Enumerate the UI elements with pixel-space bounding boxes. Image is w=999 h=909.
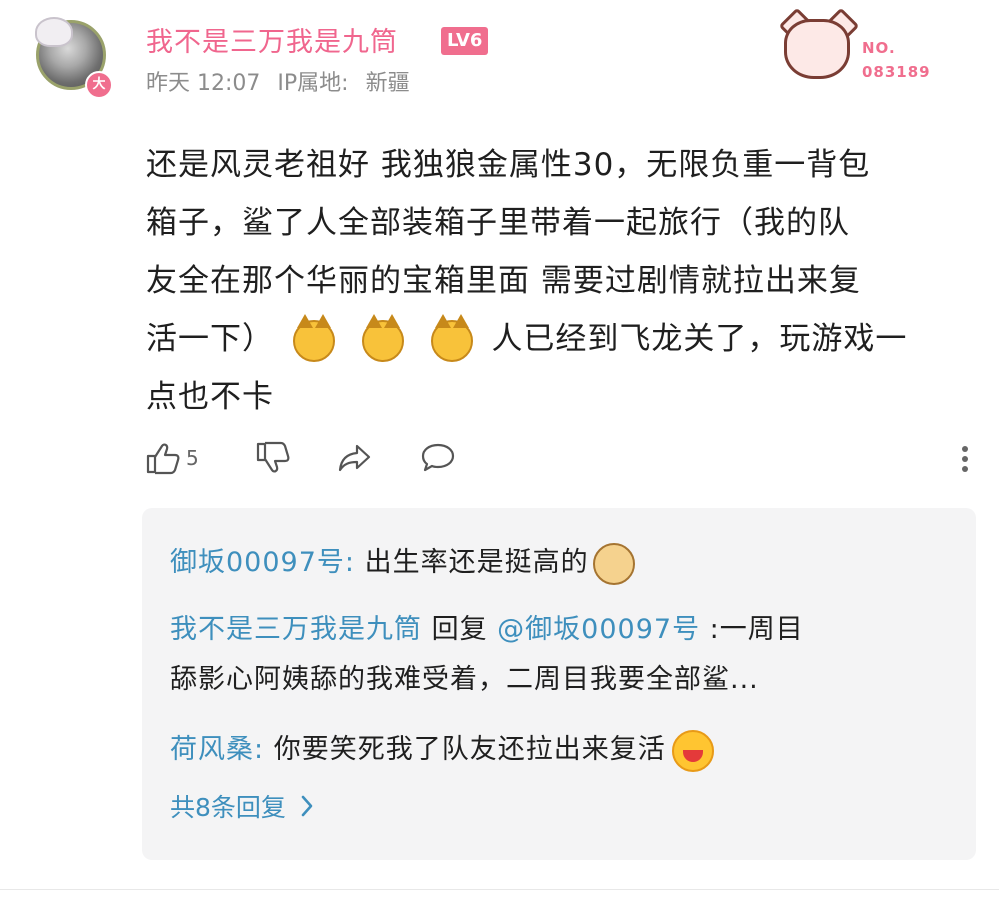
- like-button[interactable]: 5: [142, 438, 199, 478]
- content-line: 活一下） 人已经到飞龙关了，玩游戏一: [146, 310, 956, 368]
- fan-badge-label: NO.: [862, 39, 896, 57]
- reply-separator: :: [254, 734, 265, 765]
- reply-line: 舔影心阿姨舔的我难受着，二周目我要全部鲨...: [170, 664, 759, 695]
- reply-item[interactable]: 我不是三万我是九筒 回复 @御坂00097号 :一周目 舔影心阿姨舔的我难受着，…: [170, 605, 930, 705]
- ip-location: 新疆: [365, 71, 410, 96]
- user-avatar[interactable]: 大: [35, 17, 113, 99]
- laugh-emoji-icon: [671, 729, 714, 772]
- post-time: 昨天 12:07: [146, 71, 261, 96]
- divider: [0, 889, 999, 890]
- reply-section: 御坂00097号: 出生率还是挺高的 我不是三万我是九筒 回复 @御坂00097…: [142, 508, 976, 860]
- cat-emoji-icon: [361, 313, 404, 362]
- reply-text: :一周目: [700, 614, 804, 645]
- chevron-right-icon: [301, 795, 313, 817]
- content-line: 友全在那个华丽的宝箱里面 需要过剧情就拉出来复: [146, 263, 861, 299]
- avatar-badge: 大: [85, 71, 113, 99]
- reply-author[interactable]: 荷风桑: [170, 734, 254, 765]
- username[interactable]: 我不是三万我是九筒: [146, 20, 398, 59]
- reply-item[interactable]: 御坂00097号: 出生率还是挺高的: [170, 538, 930, 588]
- level-badge: LV6: [441, 27, 489, 55]
- reply-text: 你要笑死我了队友还拉出来复活: [264, 734, 666, 765]
- reply-author[interactable]: 我不是三万我是九筒: [170, 614, 422, 645]
- post-content: 还是风灵老祖好 我独狼金属性30，无限负重一背包 箱子，鲨了人全部装箱子里带着一…: [146, 136, 956, 426]
- fan-badge-face: [784, 19, 850, 79]
- cat-emoji-icon: [430, 313, 473, 362]
- thumbs-up-icon: [146, 443, 180, 475]
- reply-mention[interactable]: @御坂00097号: [497, 614, 700, 645]
- fan-badge-icon[interactable]: [778, 7, 860, 85]
- comment-button[interactable]: [418, 438, 458, 478]
- cat-emoji-icon: [292, 313, 335, 362]
- content-line: 箱子，鲨了人全部装箱子里带着一起旅行（我的队: [146, 205, 850, 241]
- avatar-decoration: [35, 17, 73, 47]
- comment-icon: [421, 443, 455, 472]
- post-meta: 昨天 12:07 IP属地: 新疆: [146, 65, 420, 97]
- reply-word: 回复: [422, 614, 498, 645]
- more-dot: [962, 446, 968, 452]
- content-line: 点也不卡: [146, 379, 274, 415]
- more-replies-link[interactable]: 共8条回复: [170, 788, 314, 824]
- reply-author[interactable]: 御坂00097号: [170, 547, 345, 578]
- reply-line: 我不是三万我是九筒 回复 @御坂00097号 :一周目: [170, 605, 930, 655]
- content-line: 还是风灵老祖好 我独狼金属性30，无限负重一背包: [146, 147, 871, 183]
- share-button[interactable]: [335, 438, 375, 478]
- content-line4-suffix: 人已经到飞龙关了，玩游戏一: [491, 321, 908, 357]
- more-vertical-icon[interactable]: [958, 442, 972, 476]
- doge-emoji-icon: [592, 542, 635, 585]
- more-dot: [962, 466, 968, 472]
- share-icon: [338, 444, 371, 472]
- more-dot: [962, 456, 968, 462]
- dislike-button[interactable]: [252, 438, 292, 478]
- more-replies-label: 共8条回复: [170, 793, 286, 822]
- reply-text: 出生率还是挺高的: [355, 547, 589, 578]
- fan-badge-number: NO. 083189: [862, 36, 931, 84]
- reply-item[interactable]: 荷风桑: 你要笑死我了队友还拉出来复活: [170, 725, 930, 775]
- content-line4-prefix: 活一下）: [146, 321, 274, 357]
- ip-label: IP属地:: [277, 71, 349, 96]
- reply-separator: :: [344, 547, 356, 578]
- thumbs-down-icon: [256, 441, 290, 473]
- action-bar: 5: [142, 438, 972, 480]
- fan-badge-value: 083189: [862, 63, 931, 81]
- like-count: 5: [186, 446, 199, 470]
